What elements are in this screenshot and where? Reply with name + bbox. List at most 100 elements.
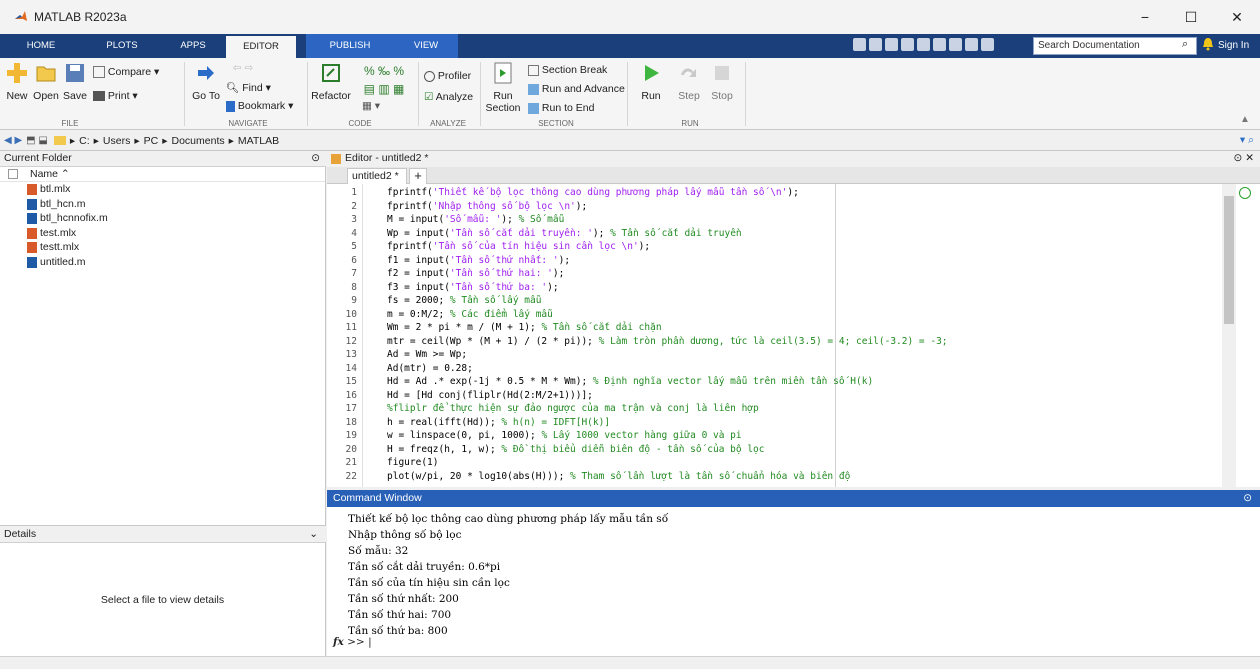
breadcrumb-matlab[interactable]: MATLAB [238, 135, 279, 147]
bookmark-button[interactable]: Bookmark ▾ [226, 100, 306, 112]
code-line[interactable]: 11 Wm = 2 * pi * m / (M + 1); % Tần số cắ… [327, 321, 662, 335]
sign-in-link[interactable]: Sign In [1218, 40, 1249, 51]
code-line[interactable]: 6 f1 = input('Tần số thứ nhất: '); [327, 254, 570, 268]
switch-windows-icon[interactable] [949, 38, 962, 51]
file-item[interactable]: test.mlx [0, 226, 325, 241]
tab-editor[interactable]: EDITOR [226, 36, 296, 58]
redo-quick-icon[interactable] [933, 38, 946, 51]
open-button[interactable]: Open [32, 62, 60, 102]
current-folder-list: Name ⌃ btl.mlx btl_hcn.m btl_hcnnofix.m … [0, 167, 326, 525]
line-number: 9 [351, 295, 357, 306]
profiler-button[interactable]: Profiler [424, 70, 484, 82]
code-line[interactable]: 10 m = 0:M/2; % Các điểm lấy mẫu [327, 308, 553, 322]
tab-apps[interactable]: APPS [162, 34, 224, 58]
compare-button[interactable]: Compare ▾ [93, 66, 183, 79]
code-line[interactable]: 22 plot(w/pi, 20 * log10(abs(H))); % Tham… [327, 470, 851, 484]
search-icon[interactable]: ⌕ [1182, 38, 1188, 51]
comment-tools-icon[interactable]: % ‰ % [356, 64, 412, 78]
run-to-end-button[interactable]: Run to End [528, 102, 638, 114]
code-line[interactable]: 16 Hd = [Hd conj(fliplr(Hd(2:M/2+1)))]; [327, 389, 593, 403]
code-line[interactable]: 12 mtr = ceil(Wp * (M + 1) / (2 * pi)); %… [327, 335, 948, 349]
find-button[interactable]: 🔍︎ Find ▾ [226, 81, 286, 94]
search-documentation-input[interactable]: Search Documentation [1033, 37, 1197, 55]
code-editor[interactable]: 1 fprintf('Thiết kế bộ lọc thông cao dùng… [327, 184, 1260, 487]
undo-quick-icon[interactable] [917, 38, 930, 51]
run-and-advance-button[interactable]: Run and Advance [528, 83, 638, 95]
code-format-icon[interactable]: ▦ ▾ [356, 100, 386, 112]
back-forward-nav-icon[interactable]: ◀ ▶ [4, 135, 22, 146]
code-line[interactable]: 5 fprintf('Tần số của tín hiệu sin cần lọ… [327, 240, 650, 254]
step-button[interactable]: Step [674, 62, 704, 102]
line-number: 14 [345, 362, 357, 374]
new-button[interactable]: New [4, 62, 30, 102]
tab-home[interactable]: HOME [0, 34, 82, 58]
group-label-analyze: ANALYZE [430, 119, 466, 128]
editor-menu-icon[interactable]: ⊙ ✕ [1233, 151, 1254, 166]
code-line[interactable]: 15 Hd = Ad .* exp(-1j * 0.5 * M * Wm); % … [327, 375, 874, 389]
collapse-ribbon-icon[interactable]: ▲ [1240, 114, 1250, 125]
analyze-button[interactable]: ☑ Analyze [424, 91, 484, 103]
go-to-button[interactable]: Go To [188, 62, 224, 102]
command-prompt[interactable]: fx >> | [333, 636, 372, 648]
code-line[interactable]: 17 %fliplr để thực hiện sự đảo ngược của … [327, 402, 759, 416]
file-item[interactable]: btl_hcnnofix.m [0, 211, 325, 226]
code-line[interactable]: 4 Wp = input('Tần số cắt dải truyền: '); … [327, 227, 741, 241]
file-item[interactable]: untitled.m [0, 255, 325, 270]
code-line[interactable]: 2 fprintf('Nhập thông số bộ lọc \n'); [327, 200, 587, 214]
breadcrumb-pc[interactable]: PC [144, 135, 159, 147]
editor-scrollbar-thumb[interactable] [1224, 196, 1234, 324]
file-item[interactable]: btl.mlx [0, 182, 325, 197]
save-button[interactable]: Save [62, 62, 88, 102]
notification-bell-icon[interactable] [1202, 37, 1214, 51]
options-quick-icon[interactable] [981, 38, 994, 51]
details-header[interactable]: Details ⌄ [0, 525, 326, 543]
breadcrumb-documents[interactable]: Documents [172, 135, 225, 147]
code-line[interactable]: 13 Ad = Wm >= Wp; [327, 348, 468, 362]
browse-folder-icon[interactable]: ▾ ⌕ [1240, 134, 1254, 147]
code-line[interactable]: 19 w = linspace(0, pi, 1000); % Lấy 1000 … [327, 429, 742, 443]
file-item[interactable]: testt.mlx [0, 240, 325, 255]
code-line[interactable]: 21 figure(1) [327, 456, 439, 470]
print-button[interactable]: Print ▾ [93, 90, 163, 102]
editor-header: Editor - untitled2 * ⊙ ✕ [327, 151, 1260, 167]
code-line[interactable]: 14 Ad(mtr) = 0.28; [327, 362, 473, 376]
command-window[interactable]: Thiết kế bộ lọc thông cao dùng phương ph… [327, 507, 1260, 656]
panel-menu-icon[interactable]: ⊙ [311, 151, 320, 166]
section-break-button[interactable]: Section Break [528, 64, 638, 76]
maximize-button[interactable]: ☐ [1168, 0, 1214, 34]
breadcrumb-drive[interactable]: C: [79, 135, 90, 147]
name-column-header[interactable]: Name ⌃ [0, 167, 325, 182]
close-button[interactable]: ✕ [1214, 0, 1260, 34]
tab-view[interactable]: VIEW [394, 34, 458, 58]
code-analyzer-ok-icon[interactable] [1239, 187, 1251, 199]
help-quick-icon[interactable] [965, 38, 978, 51]
minimize-button[interactable]: − [1122, 0, 1168, 34]
code-line[interactable]: 20 H = freqz(h, 1, w); % Đồ thị biểu diễn… [327, 443, 765, 457]
file-item[interactable]: btl_hcn.m [0, 197, 325, 212]
code-line[interactable]: 3 M = input('Số mẫu: '); % Số mẫu [327, 213, 564, 227]
tab-publish[interactable]: PUBLISH [306, 34, 394, 58]
run-section-button[interactable]: Run Section [484, 62, 522, 114]
code-line[interactable]: 8 f3 = input('Tần số thứ ba: '); [327, 281, 558, 295]
code-line[interactable]: 7 f2 = input('Tần số thứ hai: '); [327, 267, 564, 281]
editor-tab-untitled2[interactable]: untitled2 * ✕ [347, 168, 407, 196]
copy-quick-icon[interactable] [885, 38, 898, 51]
run-button[interactable]: Run [636, 62, 666, 102]
code-line[interactable]: 1 fprintf('Thiết kế bộ lọc thông cao dùng… [327, 186, 799, 200]
stop-button[interactable]: Stop [707, 62, 737, 102]
chevron-down-icon[interactable]: ⌄ [309, 526, 318, 543]
save-quick-icon[interactable] [853, 38, 866, 51]
tab-plots[interactable]: PLOTS [82, 34, 162, 58]
fx-icon[interactable]: fx [333, 636, 344, 648]
cut-quick-icon[interactable] [869, 38, 882, 51]
breadcrumb-users[interactable]: Users [103, 135, 130, 147]
command-window-menu-icon[interactable]: ⊙ [1243, 490, 1252, 507]
up-folder-icon[interactable]: ⬒ ⬓ [26, 135, 48, 146]
new-tab-button[interactable]: + [409, 168, 427, 184]
paste-quick-icon[interactable] [901, 38, 914, 51]
indent-tools-icon[interactable]: ▤ ▥ ▦ [356, 82, 412, 96]
output-line: Số mẫu: 32 [348, 545, 409, 557]
code-line[interactable]: 18 h = real(ifft(Hd)); % h(n) = IDFT[H(k)… [327, 416, 611, 430]
code-line[interactable]: 9 fs = 2000; % Tần số lấy mẫu [327, 294, 541, 308]
refactor-button[interactable]: Refactor [311, 62, 351, 102]
